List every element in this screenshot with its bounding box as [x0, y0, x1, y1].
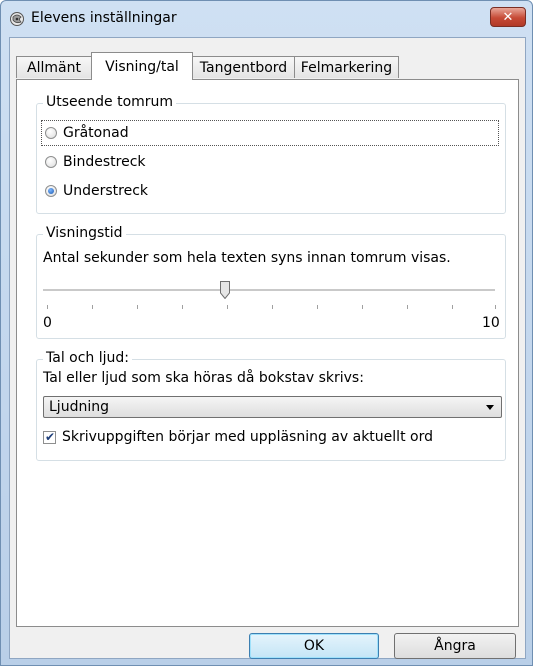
sound-group-label: Tal och ljud:	[43, 350, 132, 366]
slider-tick	[317, 305, 318, 309]
appearance-group: Utseende tomrum Gråtonad Bindestreck Und…	[36, 94, 506, 214]
cancel-button-label: Ångra	[434, 638, 476, 654]
ok-button-label: OK	[303, 638, 325, 654]
slider-tick	[272, 305, 273, 309]
radio-gratonad[interactable]: Gråtonad	[45, 120, 129, 146]
radio-button[interactable]	[45, 127, 57, 139]
read-aloud-checkbox[interactable]: ✔	[43, 429, 56, 444]
ok-button[interactable]: OK	[249, 633, 379, 659]
display-time-group-label: Visningstid	[43, 225, 126, 241]
slider-min-label: 0	[43, 315, 52, 331]
sound-select-value: Ljudning	[49, 399, 109, 415]
radio-label: Gråtonad	[63, 125, 129, 141]
slider-thumb[interactable]	[220, 281, 230, 299]
close-icon: ✕	[502, 9, 514, 25]
slider-tick	[362, 305, 363, 309]
app-icon	[10, 12, 24, 26]
slider-track[interactable]	[43, 289, 495, 292]
tab-label: Visning/tal	[105, 58, 179, 75]
tab-allmant[interactable]: Allmänt	[16, 56, 92, 78]
display-time-group: Visningstid Antal sekunder som hela text…	[36, 225, 506, 339]
slider-tick	[227, 305, 228, 309]
slider-max-label: 10	[482, 315, 500, 331]
slider-tick	[92, 305, 93, 309]
radio-understreck[interactable]: Understreck	[45, 178, 148, 204]
close-button[interactable]: ✕	[490, 7, 526, 27]
slider-tick	[452, 305, 453, 309]
window-title: Elevens inställningar	[31, 10, 177, 26]
sound-select[interactable]: Ljudning	[43, 396, 502, 418]
radio-button[interactable]	[45, 185, 57, 197]
radio-bindestreck[interactable]: Bindestreck	[45, 149, 146, 175]
tab-tangentbord[interactable]: Tangentbord	[192, 56, 295, 78]
slider-tick	[47, 305, 48, 309]
read-aloud-checkbox-row[interactable]: ✔ Skrivuppgiften börjar med uppläsning a…	[43, 429, 433, 445]
slider-tick	[182, 305, 183, 309]
radio-button[interactable]	[45, 156, 57, 168]
cancel-button[interactable]: Ångra	[394, 633, 516, 659]
slider-tick	[137, 305, 138, 309]
appearance-group-label: Utseende tomrum	[43, 94, 177, 110]
title-bar[interactable]: Elevens inställningar ✕	[1, 1, 532, 37]
sound-description: Tal eller ljud som ska höras då bokstav …	[43, 370, 364, 386]
slider-tick	[495, 305, 496, 309]
slider-tick	[407, 305, 408, 309]
tab-label: Allmänt	[27, 59, 81, 76]
radio-selected-dot	[48, 188, 54, 194]
checkbox-label: Skrivuppgiften börjar med uppläsning av …	[62, 429, 433, 445]
tab-visning-tal[interactable]: Visning/tal	[91, 52, 193, 80]
radio-label: Understreck	[63, 183, 149, 199]
chevron-down-icon	[486, 405, 494, 410]
tab-panel-visning-tal: Utseende tomrum Gråtonad Bindestreck Und…	[16, 79, 519, 627]
sound-group: Tal och ljud: Tal eller ljud som ska hör…	[36, 350, 506, 461]
checkmark-icon: ✔	[45, 429, 56, 444]
tab-label: Tangentbord	[199, 59, 288, 76]
display-time-description: Antal sekunder som hela texten syns inna…	[43, 250, 451, 266]
tab-felmarkering[interactable]: Felmarkering	[294, 56, 399, 78]
settings-dialog: Elevens inställningar ✕ Allmänt Visning/…	[0, 0, 533, 666]
radio-label: Bindestreck	[63, 154, 146, 170]
tab-label: Felmarkering	[300, 59, 393, 76]
dialog-body: Allmänt Visning/tal Tangentbord Felmarke…	[9, 37, 526, 659]
